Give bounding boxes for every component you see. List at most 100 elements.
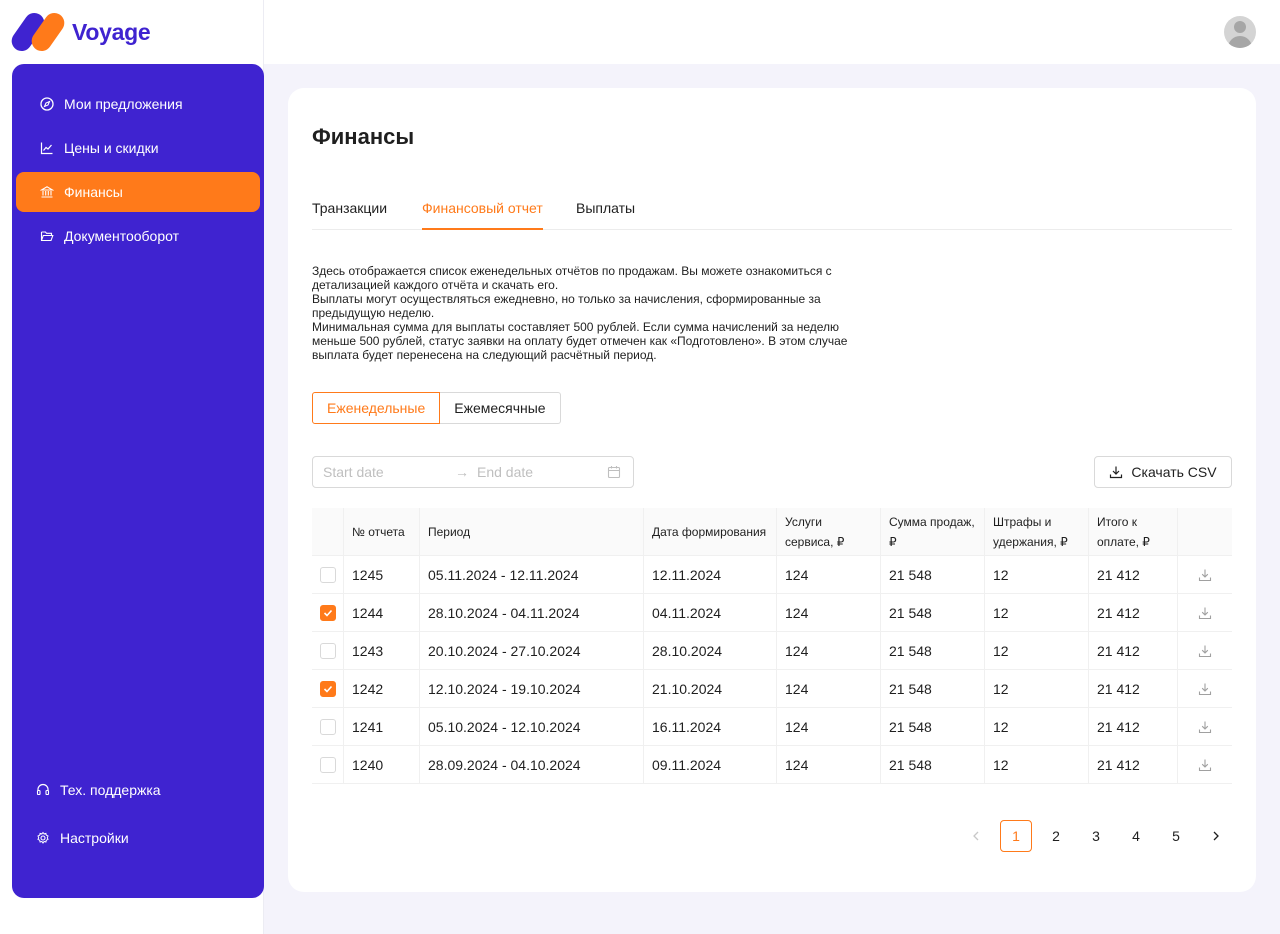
calendar-icon[interactable] xyxy=(607,465,621,479)
cell-services: 124 xyxy=(777,594,881,631)
row-download-cell xyxy=(1178,708,1232,745)
row-download-cell xyxy=(1178,594,1232,631)
cell-fines: 12 xyxy=(985,670,1089,707)
row-checkbox[interactable] xyxy=(319,566,336,583)
cell-total: 21 412 xyxy=(1089,632,1178,669)
sidebar-item-offers[interactable]: Мои предложения xyxy=(16,84,260,124)
row-checkbox[interactable] xyxy=(319,756,336,773)
cell-date: 21.10.2024 xyxy=(644,670,777,707)
download-icon[interactable] xyxy=(1198,568,1212,582)
download-icon[interactable] xyxy=(1198,758,1212,772)
row-select-cell xyxy=(312,556,344,593)
end-date-input[interactable] xyxy=(477,464,597,480)
sidebar-item-support[interactable]: Тех. поддержка xyxy=(12,770,256,810)
cell-total: 21 412 xyxy=(1089,708,1178,745)
download-icon[interactable] xyxy=(1198,644,1212,658)
weekly-toggle-button[interactable]: Еженедельные xyxy=(312,392,441,424)
description-paragraph: Выплаты могут осуществляться ежедневно, … xyxy=(312,292,821,320)
sidebar-item-documents[interactable]: Документооборот xyxy=(16,216,260,256)
column-header-sales: Сумма продаж, ₽ xyxy=(881,508,985,555)
headset-icon xyxy=(36,783,50,797)
prev-page-button[interactable] xyxy=(960,820,992,852)
download-csv-button[interactable]: Скачать CSV xyxy=(1094,456,1232,488)
sidebar-item-label: Мои предложения xyxy=(64,96,183,112)
cell-date: 09.11.2024 xyxy=(644,746,777,783)
download-icon[interactable] xyxy=(1198,682,1212,696)
logo-icon xyxy=(7,9,69,55)
tab-transactions[interactable]: Транзакции xyxy=(312,200,387,230)
sidebar-item-label: Тех. поддержка xyxy=(60,782,161,798)
page-button-5[interactable]: 5 xyxy=(1160,820,1192,852)
monthly-toggle-button[interactable]: Ежемесячные xyxy=(440,392,561,424)
row-checkbox[interactable] xyxy=(319,718,336,735)
row-select-cell xyxy=(312,632,344,669)
pagination: 1 2 3 4 5 xyxy=(960,820,1232,852)
row-checkbox[interactable] xyxy=(319,604,336,621)
cell-services: 124 xyxy=(777,556,881,593)
table-row[interactable]: 1240 28.09.2024 - 04.10.2024 09.11.2024 124… xyxy=(312,746,1232,784)
sidebar-item-settings[interactable]: Настройки xyxy=(12,818,256,858)
table-row[interactable]: 1242 12.10.2024 - 19.10.2024 21.10.2024 124… xyxy=(312,670,1232,708)
row-checkbox[interactable] xyxy=(319,680,336,697)
table-row[interactable]: 1243 20.10.2024 - 27.10.2024 28.10.2024 124… xyxy=(312,632,1232,670)
tab-financial-report[interactable]: Финансовый отчет xyxy=(422,200,543,230)
column-header-total: Итого к оплате, ₽ xyxy=(1089,508,1178,555)
row-download-cell xyxy=(1178,670,1232,707)
cell-date: 28.10.2024 xyxy=(644,632,777,669)
gear-icon xyxy=(36,831,50,845)
column-header-date: Дата формирования xyxy=(644,508,777,555)
cell-total: 21 412 xyxy=(1089,670,1178,707)
cell-sales: 21 548 xyxy=(881,632,985,669)
cell-sales: 21 548 xyxy=(881,556,985,593)
range-arrow-icon: → xyxy=(455,464,469,480)
brand-logo[interactable]: Voyage xyxy=(7,9,151,55)
page-button-1[interactable]: 1 xyxy=(1000,820,1032,852)
cell-period: 28.09.2024 - 04.10.2024 xyxy=(420,746,644,783)
cell-report-id: 1245 xyxy=(344,556,420,593)
cell-period: 12.10.2024 - 19.10.2024 xyxy=(420,670,644,707)
top-bar: Voyage xyxy=(0,0,1280,64)
sidebar-item-label: Документооборот xyxy=(64,228,180,244)
chevron-right-icon xyxy=(1213,831,1219,841)
page-button-2[interactable]: 2 xyxy=(1040,820,1072,852)
page-button-4[interactable]: 4 xyxy=(1120,820,1152,852)
cell-report-id: 1243 xyxy=(344,632,420,669)
sidebar-item-label: Финансы xyxy=(64,184,123,200)
tab-payouts[interactable]: Выплаты xyxy=(576,200,635,230)
column-header-services: Услуги сервиса, ₽ xyxy=(777,508,881,555)
cell-date: 12.11.2024 xyxy=(644,556,777,593)
column-header-period: Период xyxy=(420,508,644,555)
download-icon[interactable] xyxy=(1198,720,1212,734)
table-row[interactable]: 1244 28.10.2024 - 04.11.2024 04.11.2024 124… xyxy=(312,594,1232,632)
cell-services: 124 xyxy=(777,632,881,669)
table-row[interactable]: 1241 05.10.2024 - 12.10.2024 16.11.2024 124… xyxy=(312,708,1232,746)
cell-fines: 12 xyxy=(985,632,1089,669)
table-header: № отчета Период Дата формирования Услуги… xyxy=(312,508,1232,556)
cell-sales: 21 548 xyxy=(881,670,985,707)
cell-period: 05.11.2024 - 12.11.2024 xyxy=(420,556,644,593)
next-page-button[interactable] xyxy=(1200,820,1232,852)
period-toggle: Еженедельные Ежемесячные xyxy=(312,392,561,424)
page-button-3[interactable]: 3 xyxy=(1080,820,1112,852)
download-icon[interactable] xyxy=(1198,606,1212,620)
cell-fines: 12 xyxy=(985,594,1089,631)
start-date-input[interactable] xyxy=(323,464,443,480)
cell-period: 05.10.2024 - 12.10.2024 xyxy=(420,708,644,745)
table-row[interactable]: 1245 05.11.2024 - 12.11.2024 12.11.2024 124… xyxy=(312,556,1232,594)
cell-report-id: 1240 xyxy=(344,746,420,783)
chevron-left-icon xyxy=(973,831,979,841)
row-checkbox[interactable] xyxy=(319,642,336,659)
cell-services: 124 xyxy=(777,746,881,783)
row-select-cell xyxy=(312,708,344,745)
date-range-picker[interactable]: → xyxy=(312,456,634,488)
bank-icon xyxy=(40,185,54,199)
cell-fines: 12 xyxy=(985,746,1089,783)
sidebar-item-finance[interactable]: Финансы xyxy=(16,172,260,212)
column-header-id: № отчета xyxy=(344,508,420,555)
sidebar: Мои предложения Цены и скидки Финансы До… xyxy=(12,64,264,898)
user-avatar[interactable] xyxy=(1224,16,1256,48)
sidebar-item-prices[interactable]: Цены и скидки xyxy=(16,128,260,168)
cell-sales: 21 548 xyxy=(881,594,985,631)
cell-period: 28.10.2024 - 04.11.2024 xyxy=(420,594,644,631)
cell-date: 04.11.2024 xyxy=(644,594,777,631)
